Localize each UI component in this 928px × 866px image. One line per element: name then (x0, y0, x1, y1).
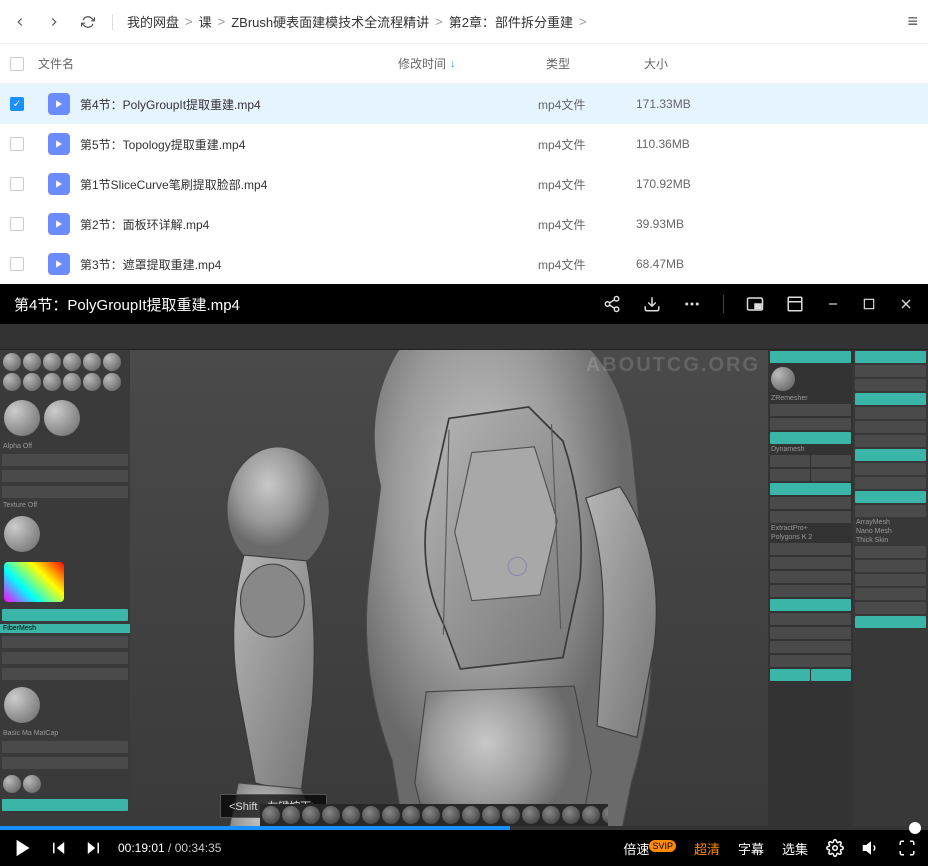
file-type: mp4文件 (538, 256, 636, 273)
file-size: 171.33MB (636, 97, 928, 111)
video-canvas[interactable]: Alpha Off Texture Off FiberMesh Basic Ma… (0, 324, 928, 826)
texture-label: Texture Off (0, 501, 130, 510)
breadcrumb-item[interactable]: ZBrush硬表面建模技术全流程精讲 (231, 12, 429, 31)
settings-icon[interactable] (826, 839, 844, 857)
speed-button[interactable]: 倍速SVIP (623, 839, 676, 858)
video-file-icon (48, 213, 70, 235)
file-row[interactable]: 第1节SliceCurve笔刷提取脸部.mp4 mp4文件 170.92MB (0, 164, 928, 204)
player-controls: 00:19:01 / 00:34:35 倍速SVIP 超清 字幕 选集 (0, 830, 928, 866)
download-icon[interactable] (643, 295, 661, 313)
video-file-icon (48, 93, 70, 115)
matcap-label: Basic Ma MatCap (0, 729, 130, 738)
file-checkbox[interactable]: ✓ (10, 97, 24, 111)
divider (723, 295, 724, 313)
file-name: 第1节SliceCurve笔刷提取脸部.mp4 (80, 176, 390, 193)
file-type: mp4文件 (538, 176, 636, 193)
top-navigation: 我的网盘 > 课 > ZBrush硬表面建模技术全流程精讲 > 第2章：部件拆分… (0, 0, 928, 44)
share-icon[interactable] (603, 295, 621, 313)
next-button[interactable] (84, 839, 102, 857)
file-size: 170.92MB (636, 177, 928, 191)
column-type[interactable]: 类型 (546, 55, 644, 72)
brush-strip (260, 804, 608, 826)
svip-badge: SVIP (649, 840, 676, 852)
column-size[interactable]: 大小 (644, 55, 928, 72)
progress-bar[interactable] (0, 826, 928, 830)
file-row[interactable]: 第3节：遮罩提取重建.mp4 mp4文件 68.47MB (0, 244, 928, 284)
file-checkbox[interactable] (10, 217, 24, 231)
quality-button[interactable]: 超清 (694, 839, 720, 858)
alpha-label: Alpha Off (0, 442, 130, 451)
file-size: 68.47MB (636, 257, 928, 271)
breadcrumb-sep: > (579, 14, 587, 29)
nanomesh-label: Nano Mesh (853, 527, 928, 536)
breadcrumb-item[interactable]: 第2章：部件拆分重建 (449, 12, 573, 31)
prev-button[interactable] (50, 839, 68, 857)
subtitle-button[interactable]: 字幕 (738, 839, 764, 858)
episodes-button[interactable]: 选集 (782, 839, 808, 858)
file-row[interactable]: 第5节：Topology提取重建.mp4 mp4文件 110.36MB (0, 124, 928, 164)
time-display: 00:19:01 / 00:34:35 (118, 841, 221, 855)
breadcrumb-sep: > (218, 14, 226, 29)
video-title: 第4节：PolyGroupIt提取重建.mp4 (14, 294, 240, 315)
dynamesh-label: Dynamesh (768, 445, 853, 454)
extractpro-label: ExtractPro+ (768, 524, 853, 533)
video-file-icon (48, 133, 70, 155)
video-file-icon (48, 173, 70, 195)
sort-icon: ↓ (450, 58, 456, 70)
zbrush-viewport[interactable]: ABOUTCG.ORG <Shift - 左键按下> (130, 350, 768, 826)
video-header: 第4节：PolyGroupIt提取重建.mp4 (0, 284, 928, 324)
fullscreen-icon[interactable] (898, 839, 916, 857)
file-name: 第3节：遮罩提取重建.mp4 (80, 256, 390, 273)
breadcrumb-sep: > (185, 14, 193, 29)
file-checkbox[interactable] (10, 257, 24, 271)
zremesher-label: ZRemesher (768, 394, 853, 403)
file-row[interactable]: 第2节：面板环详解.mp4 mp4文件 39.93MB (0, 204, 928, 244)
back-button[interactable] (10, 12, 30, 32)
file-type: mp4文件 (538, 216, 636, 233)
play-button[interactable] (12, 837, 34, 859)
forward-button[interactable] (44, 12, 64, 32)
breadcrumb-item[interactable]: 课 (199, 12, 212, 31)
column-name[interactable]: 文件名 (38, 55, 398, 72)
color-picker[interactable] (4, 562, 64, 602)
more-icon[interactable] (683, 295, 701, 313)
close-icon[interactable] (898, 296, 914, 312)
file-type: mp4文件 (538, 136, 636, 153)
progress-fill (0, 826, 510, 830)
file-row[interactable]: ✓ 第4节：PolyGroupIt提取重建.mp4 mp4文件 171.33MB (0, 84, 928, 124)
arraymesh-label: ArrayMesh (853, 518, 928, 527)
refresh-button[interactable] (78, 12, 98, 32)
minimize-icon[interactable] (826, 297, 840, 311)
file-name: 第2节：面板环详解.mp4 (80, 216, 390, 233)
dock-icon[interactable] (786, 295, 804, 313)
table-header: 文件名 修改时间↓ 类型 大小 (0, 44, 928, 84)
volume-icon[interactable] (862, 839, 880, 857)
maximize-icon[interactable] (862, 297, 876, 311)
zbrush-right-panel-2: ArrayMesh Nano Mesh Thick Skin (853, 324, 928, 826)
zbrush-right-panel: ZRemesher Dynamesh ExtractPro+ Polygons … (768, 324, 853, 826)
thickskin-label: Thick Skin (853, 536, 928, 545)
pip-icon[interactable] (746, 295, 764, 313)
column-time[interactable]: 修改时间↓ (398, 55, 546, 72)
video-player: 第4节：PolyGroupIt提取重建.mp4 Alpha Off Textur (0, 284, 928, 862)
zbrush-menubar (0, 324, 928, 350)
breadcrumb-sep: > (435, 14, 443, 29)
file-type: mp4文件 (538, 96, 636, 113)
file-size: 39.93MB (636, 217, 928, 231)
file-checkbox[interactable] (10, 177, 24, 191)
video-file-icon (48, 253, 70, 275)
polygons-label: Polygons K 2 (768, 533, 853, 542)
file-checkbox[interactable] (10, 137, 24, 151)
breadcrumb: 我的网盘 > 课 > ZBrush硬表面建模技术全流程精讲 > 第2章：部件拆分… (127, 12, 587, 31)
fibermesh-label: FiberMesh (0, 624, 130, 633)
file-name: 第5节：Topology提取重建.mp4 (80, 136, 390, 153)
zbrush-left-panel: Alpha Off Texture Off FiberMesh Basic Ma… (0, 324, 130, 826)
file-size: 110.36MB (636, 137, 928, 151)
breadcrumb-root[interactable]: 我的网盘 (127, 12, 179, 31)
menu-icon[interactable]: ≡ (907, 11, 918, 32)
watermark: ABOUTCG.ORG (586, 354, 760, 377)
file-name: 第4节：PolyGroupIt提取重建.mp4 (80, 96, 390, 113)
select-all-checkbox[interactable] (10, 57, 24, 71)
file-list: ✓ 第4节：PolyGroupIt提取重建.mp4 mp4文件 171.33MB… (0, 84, 928, 284)
